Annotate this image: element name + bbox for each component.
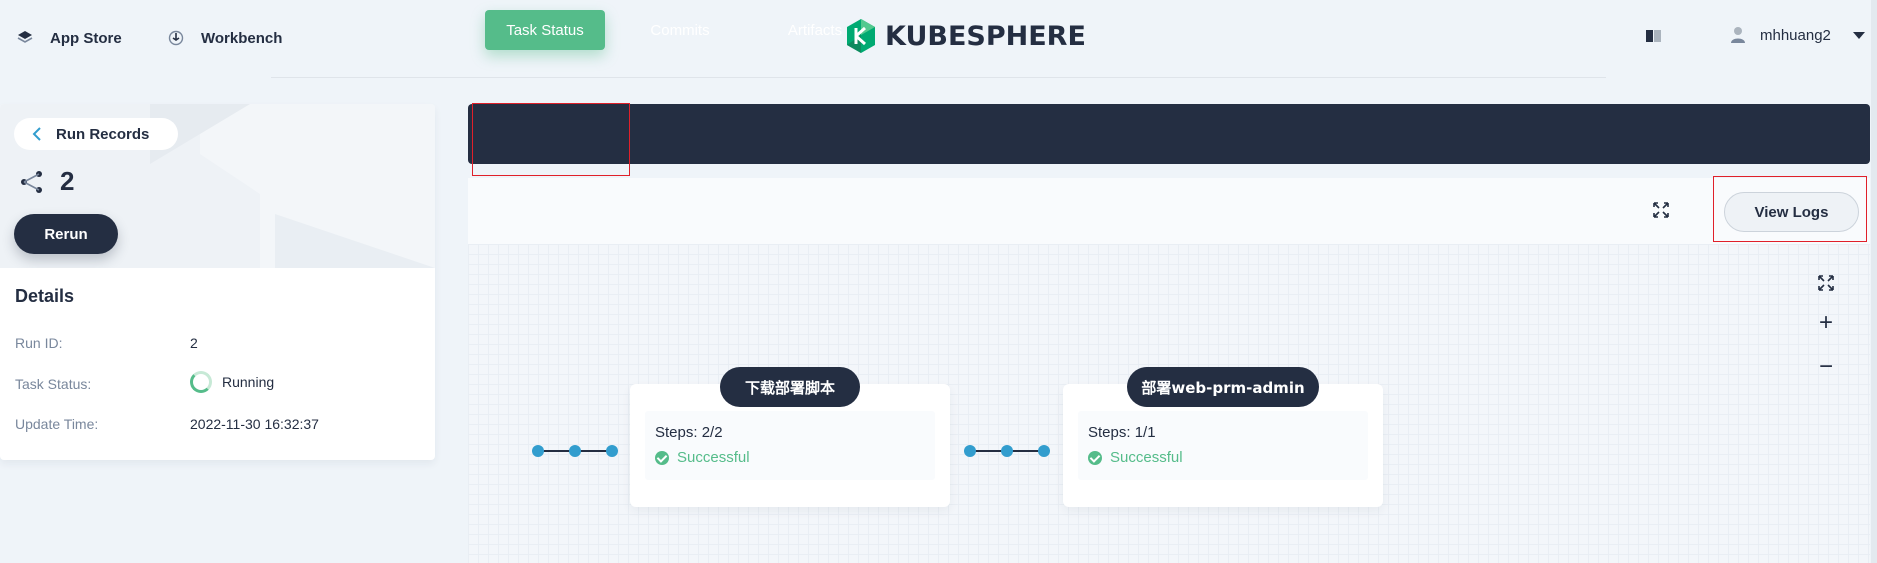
task-status-label: Task Status: [15, 376, 92, 392]
username: mhhuang2 [1760, 26, 1831, 44]
stage-status-text: Successful [677, 449, 750, 466]
run-number: 2 [20, 166, 74, 197]
scrollbar[interactable] [1871, 0, 1877, 563]
stage-name[interactable]: 下载部署脚本 [720, 367, 860, 407]
fit-view-icon[interactable] [1817, 274, 1835, 292]
run-hero: Run Records 2 Rerun [0, 104, 435, 268]
zoom-out-button[interactable]: − [1817, 355, 1835, 379]
stage-steps: Steps: 2/2 [655, 424, 723, 441]
update-time-value: 2022-11-30 16:32:37 [190, 416, 319, 432]
tab-bar [468, 104, 1870, 164]
user-menu[interactable]: mhhuang2 [1730, 26, 1865, 44]
run-number-value: 2 [60, 166, 75, 196]
book-icon[interactable] [1645, 28, 1663, 44]
stage-name[interactable]: 部署web-prm-admin [1127, 367, 1319, 407]
run-id-value: 2 [190, 335, 198, 351]
fullscreen-icon[interactable] [1652, 201, 1670, 219]
check-circle-icon [655, 450, 669, 465]
details-title: Details [15, 286, 75, 306]
nav-workbench-label: Workbench [201, 29, 283, 47]
zoom-in-button[interactable]: + [1817, 311, 1835, 335]
stage-steps: Steps: 1/1 [1088, 424, 1156, 441]
check-circle-icon [1088, 450, 1102, 465]
task-status-text: Running [222, 374, 275, 390]
task-status-value: Running [190, 371, 274, 393]
view-logs-button[interactable]: View Logs [1724, 192, 1859, 232]
pipeline-icon [21, 170, 42, 193]
user-icon [1731, 27, 1745, 43]
top-bar-divider [271, 77, 1606, 78]
nav-app-store[interactable]: App Store [17, 26, 122, 50]
tab-commits[interactable]: Commits [630, 10, 730, 50]
kubesphere-logo[interactable]: KUBESPHERE [845, 18, 1086, 54]
stage-status-text: Successful [1110, 449, 1183, 466]
back-label: Run Records [56, 125, 150, 143]
stage-connector [532, 445, 618, 457]
layers-icon [17, 31, 33, 43]
nav-workbench[interactable]: Workbench [168, 26, 282, 50]
run-id-text: 2 [190, 335, 198, 351]
logo-text: KUBESPHERE [885, 20, 1086, 52]
workbench-icon [168, 30, 184, 46]
stage-step-summary[interactable]: Steps: 2/2 Successful [645, 411, 935, 480]
stage-status: Successful [1088, 449, 1183, 466]
run-id-label: Run ID: [15, 335, 63, 351]
chevron-down-icon [1852, 31, 1865, 39]
nav-app-store-label: App Store [50, 29, 122, 47]
run-detail-panel: Run Records 2 Rerun Details Run ID: 2 Ta… [0, 104, 435, 460]
stage-step-summary[interactable]: Steps: 1/1 Successful [1078, 411, 1368, 480]
back-to-run-records[interactable]: Run Records [14, 118, 178, 150]
update-time-text: 2022-11-30 16:32:37 [190, 416, 319, 432]
rerun-button[interactable]: Rerun [14, 214, 118, 254]
stage-connector [964, 445, 1050, 457]
tab-task-status[interactable]: Task Status [485, 10, 605, 50]
chevron-left-icon [32, 127, 41, 141]
update-time-label: Update Time: [15, 416, 99, 432]
running-spinner-icon [190, 371, 212, 393]
stage-status: Successful [655, 449, 750, 466]
tab-artifacts[interactable]: Artifacts [765, 10, 865, 50]
